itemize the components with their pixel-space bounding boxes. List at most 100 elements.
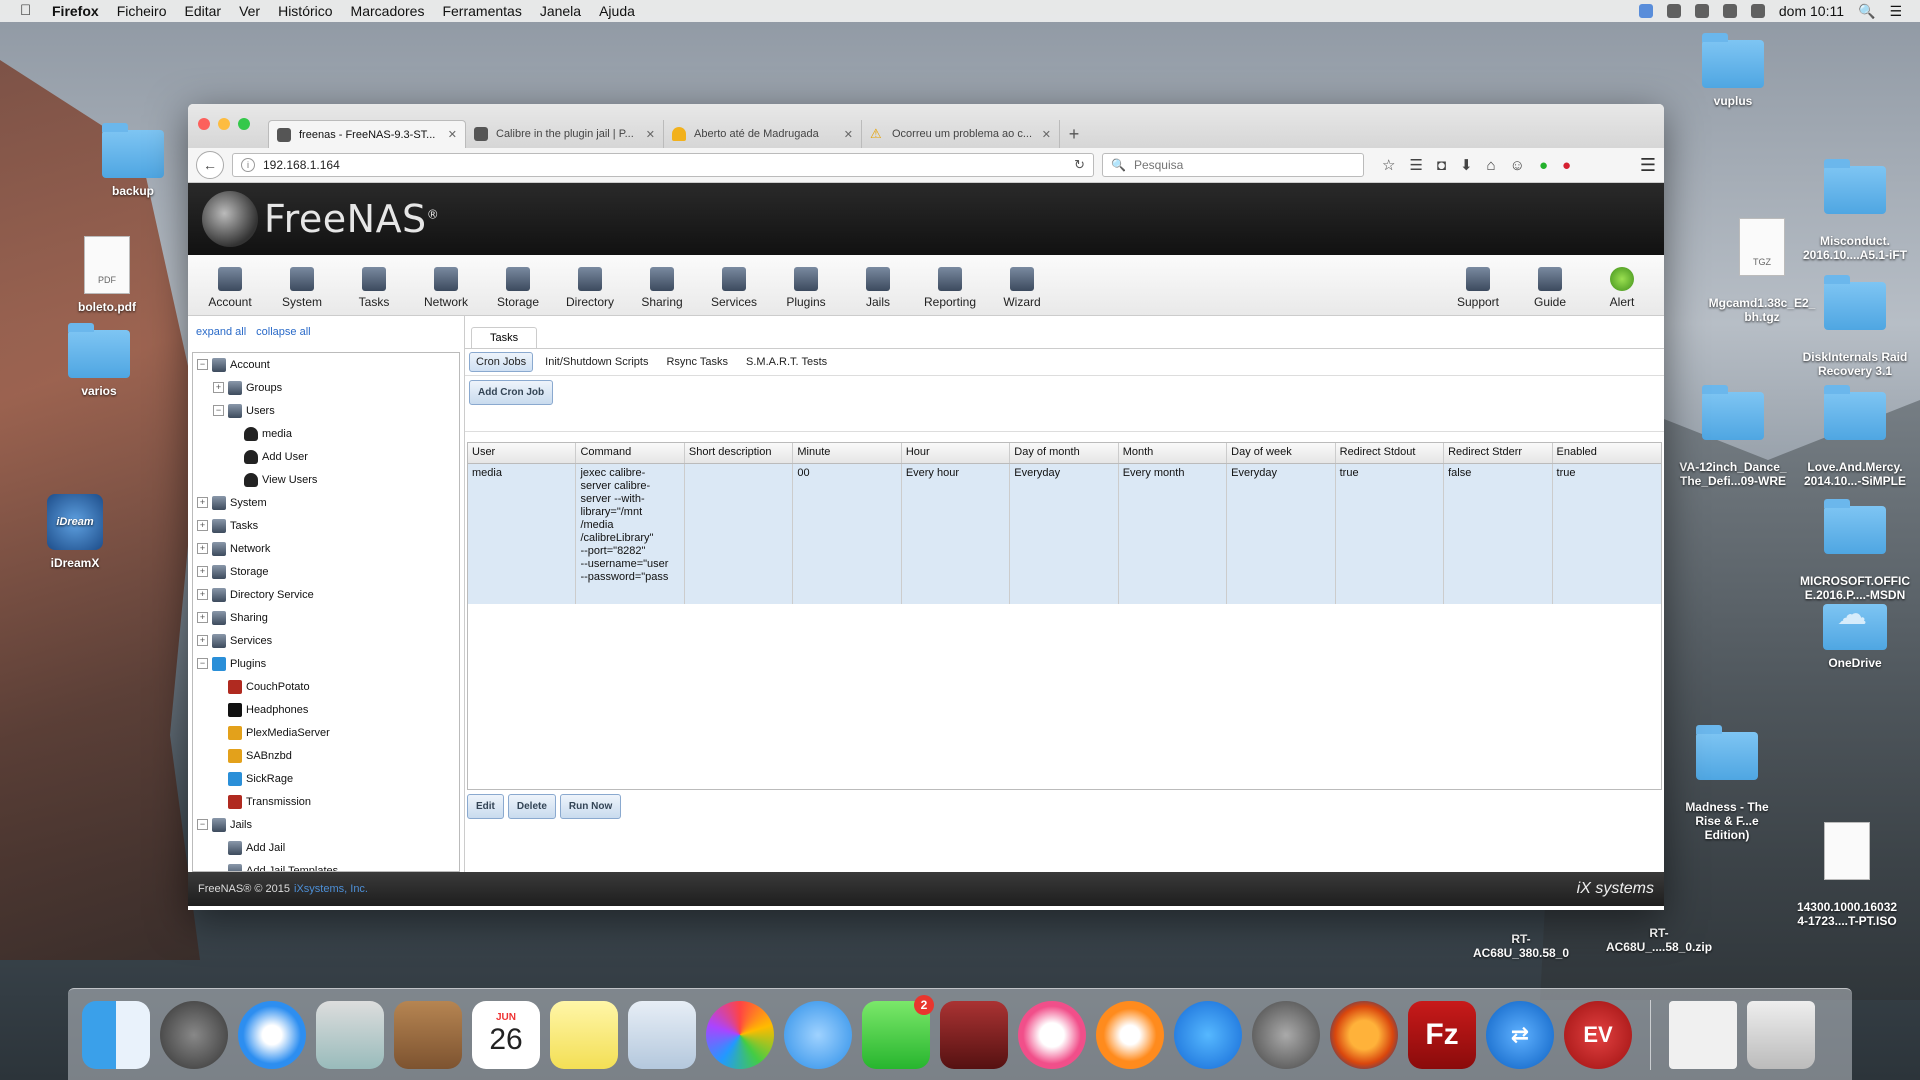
toolbar-support[interactable]: Support — [1442, 267, 1514, 309]
menu-ver[interactable]: Ver — [239, 3, 260, 19]
menu-ficheiro[interactable]: Ficheiro — [117, 3, 167, 19]
zoom-window-button[interactable] — [238, 118, 250, 130]
tree-item-add-jail[interactable]: Add Jail — [193, 836, 459, 859]
toolbar-system[interactable]: System — [266, 267, 338, 309]
filezilla-icon[interactable]: Fz — [1408, 1000, 1476, 1069]
expand-icon[interactable]: + — [213, 382, 224, 393]
bookmark-star-icon[interactable]: ☆ — [1382, 156, 1395, 174]
mail-icon[interactable] — [316, 1000, 384, 1069]
close-tab-icon[interactable]: ✕ — [448, 128, 457, 141]
bluetooth-status-icon[interactable] — [1666, 4, 1681, 18]
expand-icon[interactable]: + — [197, 497, 208, 508]
toolbar-reporting[interactable]: Reporting — [914, 267, 986, 309]
volume-status-icon[interactable] — [1694, 4, 1709, 18]
collapse-icon[interactable]: − — [197, 359, 208, 370]
notification-center-icon[interactable]: ☰ — [1889, 3, 1902, 20]
messages-icon[interactable] — [784, 1000, 852, 1069]
subtab-rsync[interactable]: Rsync Tasks — [660, 353, 734, 371]
expand-icon[interactable]: + — [197, 589, 208, 600]
toolbar-directory[interactable]: Directory — [554, 267, 626, 309]
menu-editar[interactable]: Editar — [184, 3, 221, 19]
home-icon[interactable]: ⌂ — [1487, 157, 1496, 174]
menubar-clock[interactable]: dom 10:11 — [1779, 3, 1844, 19]
toolbar-account[interactable]: Account — [194, 267, 266, 309]
tree-item-system[interactable]: + System — [193, 491, 459, 514]
desktop-folder-madness[interactable]: Madness - The Rise & F...e Edition) — [1672, 718, 1782, 842]
toolbar-network[interactable]: Network — [410, 267, 482, 309]
close-tab-icon[interactable]: ✕ — [1042, 128, 1051, 141]
tree-item-network[interactable]: + Network — [193, 537, 459, 560]
desktop-folder-vuplus[interactable]: vuplus — [1678, 33, 1788, 108]
expressvpn-icon[interactable]: EV — [1564, 1000, 1632, 1069]
tree-item-account[interactable]: − Account — [193, 353, 459, 376]
tree-item-users[interactable]: − Users — [193, 399, 459, 422]
desktop-folder-diskinternals[interactable]: DiskInternals Raid Recovery 3.1 — [1800, 268, 1910, 378]
tree-item-add-user[interactable]: Add User — [193, 445, 459, 468]
collapse-icon[interactable]: − — [197, 819, 208, 830]
toolbar-services[interactable]: Services — [698, 267, 770, 309]
expand-all-link[interactable]: expand all — [196, 326, 246, 338]
column-header[interactable]: Short description — [685, 443, 794, 463]
desktop-file-rt2[interactable]: RT- AC68U_....58_0.zip — [1604, 912, 1714, 954]
facetime-icon[interactable]: 2 — [862, 994, 934, 1069]
firefox-icon[interactable] — [1330, 1000, 1398, 1069]
toolbar-sharing[interactable]: Sharing — [626, 267, 698, 309]
url-bar[interactable]: i 192.168.1.164 ↻ — [232, 153, 1094, 177]
desktop-folder-varios[interactable]: varios — [44, 323, 154, 398]
apple-icon[interactable]:  — [20, 3, 38, 18]
tree-item-transmission[interactable]: Transmission — [193, 790, 459, 813]
tab-freenas[interactable]: freenas - FreeNAS-9.3-ST... ✕ — [268, 120, 466, 148]
tree-item-plugins[interactable]: − Plugins — [193, 652, 459, 675]
menu-app-name[interactable]: Firefox — [52, 3, 99, 19]
desktop-file-boleto[interactable]: PDF boleto.pdf — [52, 236, 162, 314]
notes-icon[interactable] — [550, 1000, 618, 1069]
back-button[interactable]: ← — [196, 151, 224, 179]
system-preferences-icon[interactable] — [1252, 1000, 1320, 1069]
search-bar[interactable]: 🔍 — [1102, 153, 1364, 177]
tree-item-services[interactable]: + Services — [193, 629, 459, 652]
delete-button[interactable]: Delete — [507, 794, 556, 819]
menu-marcadores[interactable]: Marcadores — [351, 3, 425, 19]
tree-item-couchpotato[interactable]: CouchPotato — [193, 675, 459, 698]
close-tab-icon[interactable]: ✕ — [844, 128, 853, 141]
ibooks-icon[interactable] — [1096, 1000, 1164, 1069]
tree-item-sickrage[interactable]: SickRage — [193, 767, 459, 790]
expand-icon[interactable]: + — [197, 635, 208, 646]
desktop-file-iso[interactable]: 14300.1000.16032 4-1723....T-PT.ISO — [1792, 808, 1902, 928]
teamviewer-icon[interactable]: ⇄ — [1486, 1000, 1554, 1069]
safari-icon[interactable] — [238, 1000, 306, 1069]
collapse-all-link[interactable]: collapse all — [256, 326, 310, 338]
sync-status-icon[interactable] — [1722, 4, 1737, 18]
tree-item-plexmediaserver[interactable]: PlexMediaServer — [193, 721, 459, 744]
reader-list-icon[interactable]: ☰ — [1409, 156, 1422, 174]
tree-item-media[interactable]: media — [193, 422, 459, 445]
smiley-icon[interactable]: ☺ — [1510, 157, 1525, 174]
column-header[interactable]: User — [468, 443, 577, 463]
desktop-folder-va12inch[interactable]: VA-12inch_Dance_ The_Defi...09-WRE — [1678, 378, 1788, 488]
toolbar-wizard[interactable]: Wizard — [986, 267, 1058, 309]
tab-aberto[interactable]: Aberto até de Madrugada ✕ — [664, 120, 862, 148]
desktop-folder-loveandmercy[interactable]: Love.And.Mercy. 2014.10...-SiMPLE — [1800, 378, 1910, 488]
add-cron-job-button[interactable]: Add Cron Job — [469, 380, 554, 405]
column-header[interactable]: Redirect Stderr — [1444, 443, 1553, 463]
close-tab-icon[interactable]: ✕ — [646, 128, 655, 141]
expand-icon[interactable]: + — [197, 520, 208, 531]
site-info-icon[interactable]: i — [241, 158, 255, 172]
menu-janela[interactable]: Janela — [540, 3, 581, 19]
photo-booth-icon[interactable] — [940, 1000, 1008, 1069]
column-header[interactable]: Minute — [793, 443, 902, 463]
itunes-icon[interactable] — [1018, 1000, 1086, 1069]
close-window-button[interactable] — [198, 118, 210, 130]
tree-item-storage[interactable]: + Storage — [193, 560, 459, 583]
app-store-icon[interactable] — [1174, 1000, 1242, 1069]
toolbar-jails[interactable]: Jails — [842, 267, 914, 309]
desktop-app-idreamx[interactable]: iDream iDreamX — [20, 494, 130, 570]
new-tab-button[interactable]: + — [1060, 120, 1088, 148]
subtab-cron-jobs[interactable]: Cron Jobs — [469, 352, 534, 372]
edit-button[interactable]: Edit — [467, 794, 504, 819]
calendar-icon[interactable]: JUN 26 — [472, 1000, 540, 1069]
column-header[interactable]: Command — [576, 443, 685, 463]
column-header[interactable]: Day of week — [1227, 443, 1336, 463]
finder-icon[interactable] — [82, 1000, 150, 1069]
spotlight-icon[interactable]: 🔍 — [1858, 3, 1875, 20]
